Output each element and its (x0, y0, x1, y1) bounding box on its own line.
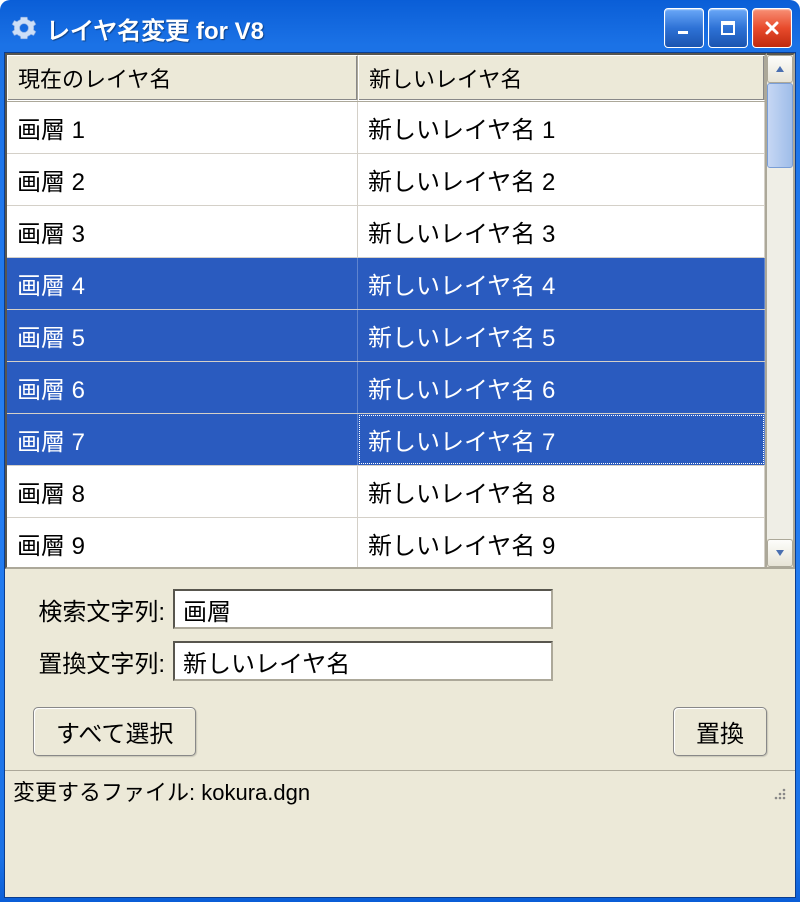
table-row[interactable]: 画層 3新しいレイヤ名 3 (7, 206, 765, 258)
search-row: 検索文字列: (25, 589, 775, 629)
cell-current[interactable]: 画層 2 (7, 154, 358, 205)
table-row[interactable]: 画層 2新しいレイヤ名 2 (7, 154, 765, 206)
column-header-current[interactable]: 現在のレイヤ名 (7, 55, 358, 101)
client-area: 現在のレイヤ名 新しいレイヤ名 画層 1新しいレイヤ名 1画層 2新しいレイヤ名… (4, 52, 796, 898)
scroll-up-button[interactable] (767, 55, 793, 83)
resize-grip-icon[interactable] (767, 781, 787, 801)
window-title: レイヤ名変更 for V8 (46, 11, 664, 46)
cell-current[interactable]: 画層 7 (7, 414, 358, 465)
minimize-button[interactable] (664, 8, 704, 48)
table-row[interactable]: 画層 6新しいレイヤ名 6 (7, 362, 765, 414)
table-row[interactable]: 画層 8新しいレイヤ名 8 (7, 466, 765, 518)
cell-new[interactable]: 新しいレイヤ名 6 (358, 362, 765, 413)
cell-current[interactable]: 画層 1 (7, 102, 358, 153)
cell-current[interactable]: 画層 8 (7, 466, 358, 517)
cell-new[interactable]: 新しいレイヤ名 9 (358, 518, 765, 567)
layer-grid[interactable]: 現在のレイヤ名 新しいレイヤ名 画層 1新しいレイヤ名 1画層 2新しいレイヤ名… (5, 53, 767, 569)
table-row[interactable]: 画層 4新しいレイヤ名 4 (7, 258, 765, 310)
replace-input[interactable] (173, 641, 553, 681)
table-row[interactable]: 画層 5新しいレイヤ名 5 (7, 310, 765, 362)
table-row[interactable]: 画層 7新しいレイヤ名 7 (7, 414, 765, 466)
cell-new[interactable]: 新しいレイヤ名 3 (358, 206, 765, 257)
close-button[interactable] (752, 8, 792, 48)
replace-row: 置換文字列: (25, 641, 775, 681)
scroll-down-button[interactable] (767, 539, 793, 567)
select-all-button[interactable]: すべて選択 (33, 707, 196, 756)
cell-current[interactable]: 画層 9 (7, 518, 358, 567)
scroll-track[interactable] (767, 83, 793, 539)
gear-icon (10, 14, 38, 42)
table-row[interactable]: 画層 9新しいレイヤ名 9 (7, 518, 765, 567)
replace-label: 置換文字列: (25, 644, 165, 679)
app-window: レイヤ名変更 for V8 現在のレイヤ名 新しいレイヤ名 画層 1新しいレイヤ… (0, 0, 800, 902)
search-input[interactable] (173, 589, 553, 629)
cell-current[interactable]: 画層 5 (7, 310, 358, 361)
cell-current[interactable]: 画層 6 (7, 362, 358, 413)
column-header-new[interactable]: 新しいレイヤ名 (358, 55, 765, 101)
table-row[interactable]: 画層 1新しいレイヤ名 1 (7, 102, 765, 154)
titlebar[interactable]: レイヤ名変更 for V8 (4, 4, 796, 52)
vertical-scrollbar[interactable] (767, 53, 795, 569)
cell-new[interactable]: 新しいレイヤ名 2 (358, 154, 765, 205)
window-buttons (664, 8, 792, 48)
maximize-button[interactable] (708, 8, 748, 48)
cell-new[interactable]: 新しいレイヤ名 8 (358, 466, 765, 517)
scroll-thumb[interactable] (767, 83, 793, 168)
cell-current[interactable]: 画層 4 (7, 258, 358, 309)
status-text: 変更するファイル: kokura.dgn (13, 775, 310, 807)
statusbar: 変更するファイル: kokura.dgn (5, 770, 795, 811)
cell-current[interactable]: 画層 3 (7, 206, 358, 257)
form-area: 検索文字列: 置換文字列: (5, 571, 795, 687)
button-row: すべて選択 置換 (5, 687, 795, 770)
cell-new[interactable]: 新しいレイヤ名 4 (358, 258, 765, 309)
cell-new[interactable]: 新しいレイヤ名 1 (358, 102, 765, 153)
grid-header: 現在のレイヤ名 新しいレイヤ名 (7, 55, 765, 102)
grid-body[interactable]: 画層 1新しいレイヤ名 1画層 2新しいレイヤ名 2画層 3新しいレイヤ名 3画… (7, 102, 765, 567)
replace-button[interactable]: 置換 (673, 707, 767, 756)
search-label: 検索文字列: (25, 592, 165, 627)
grid-wrap: 現在のレイヤ名 新しいレイヤ名 画層 1新しいレイヤ名 1画層 2新しいレイヤ名… (5, 53, 795, 571)
cell-new[interactable]: 新しいレイヤ名 7 (358, 414, 765, 465)
cell-new[interactable]: 新しいレイヤ名 5 (358, 310, 765, 361)
